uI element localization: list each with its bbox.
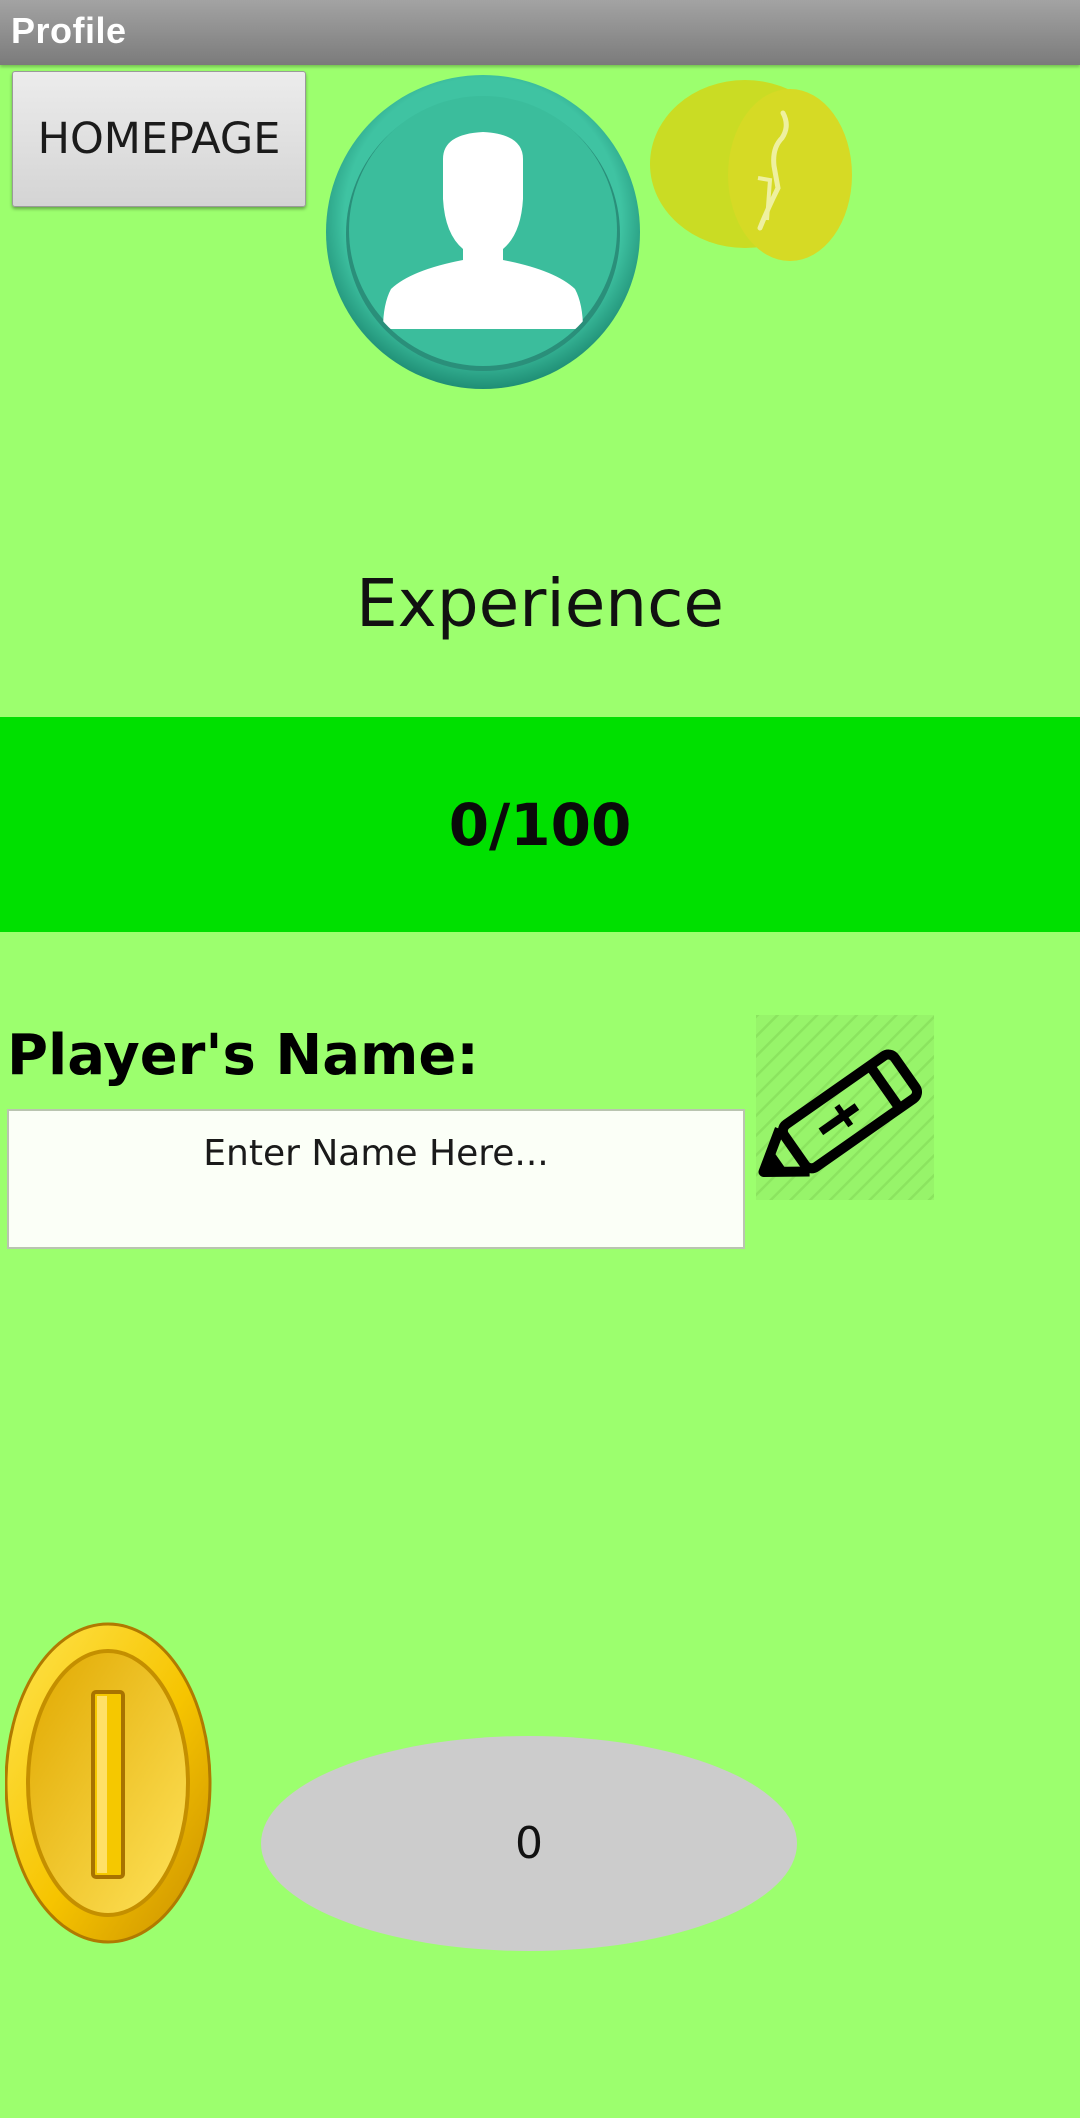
player-name-label: Player's Name: (7, 1023, 479, 1088)
gold-coin-icon (5, 1622, 212, 1944)
window-title: Profile (11, 10, 127, 51)
experience-label: Experience (355, 565, 725, 642)
player-name-input[interactable]: Enter Name Here... (7, 1109, 745, 1249)
player-name-placeholder: Enter Name Here... (203, 1133, 549, 1174)
experience-progress-bar: 0/100 (0, 717, 1080, 932)
person-avatar-icon[interactable] (325, 74, 641, 390)
yellow-badge-icon (650, 80, 852, 261)
homepage-button[interactable]: HOMEPAGE (12, 71, 306, 207)
coin-count-display: 0 (261, 1736, 797, 1951)
experience-progress-text: 0/100 (448, 790, 632, 859)
title-bar: Profile (0, 0, 1080, 65)
pencil-icon[interactable] (756, 1015, 934, 1200)
